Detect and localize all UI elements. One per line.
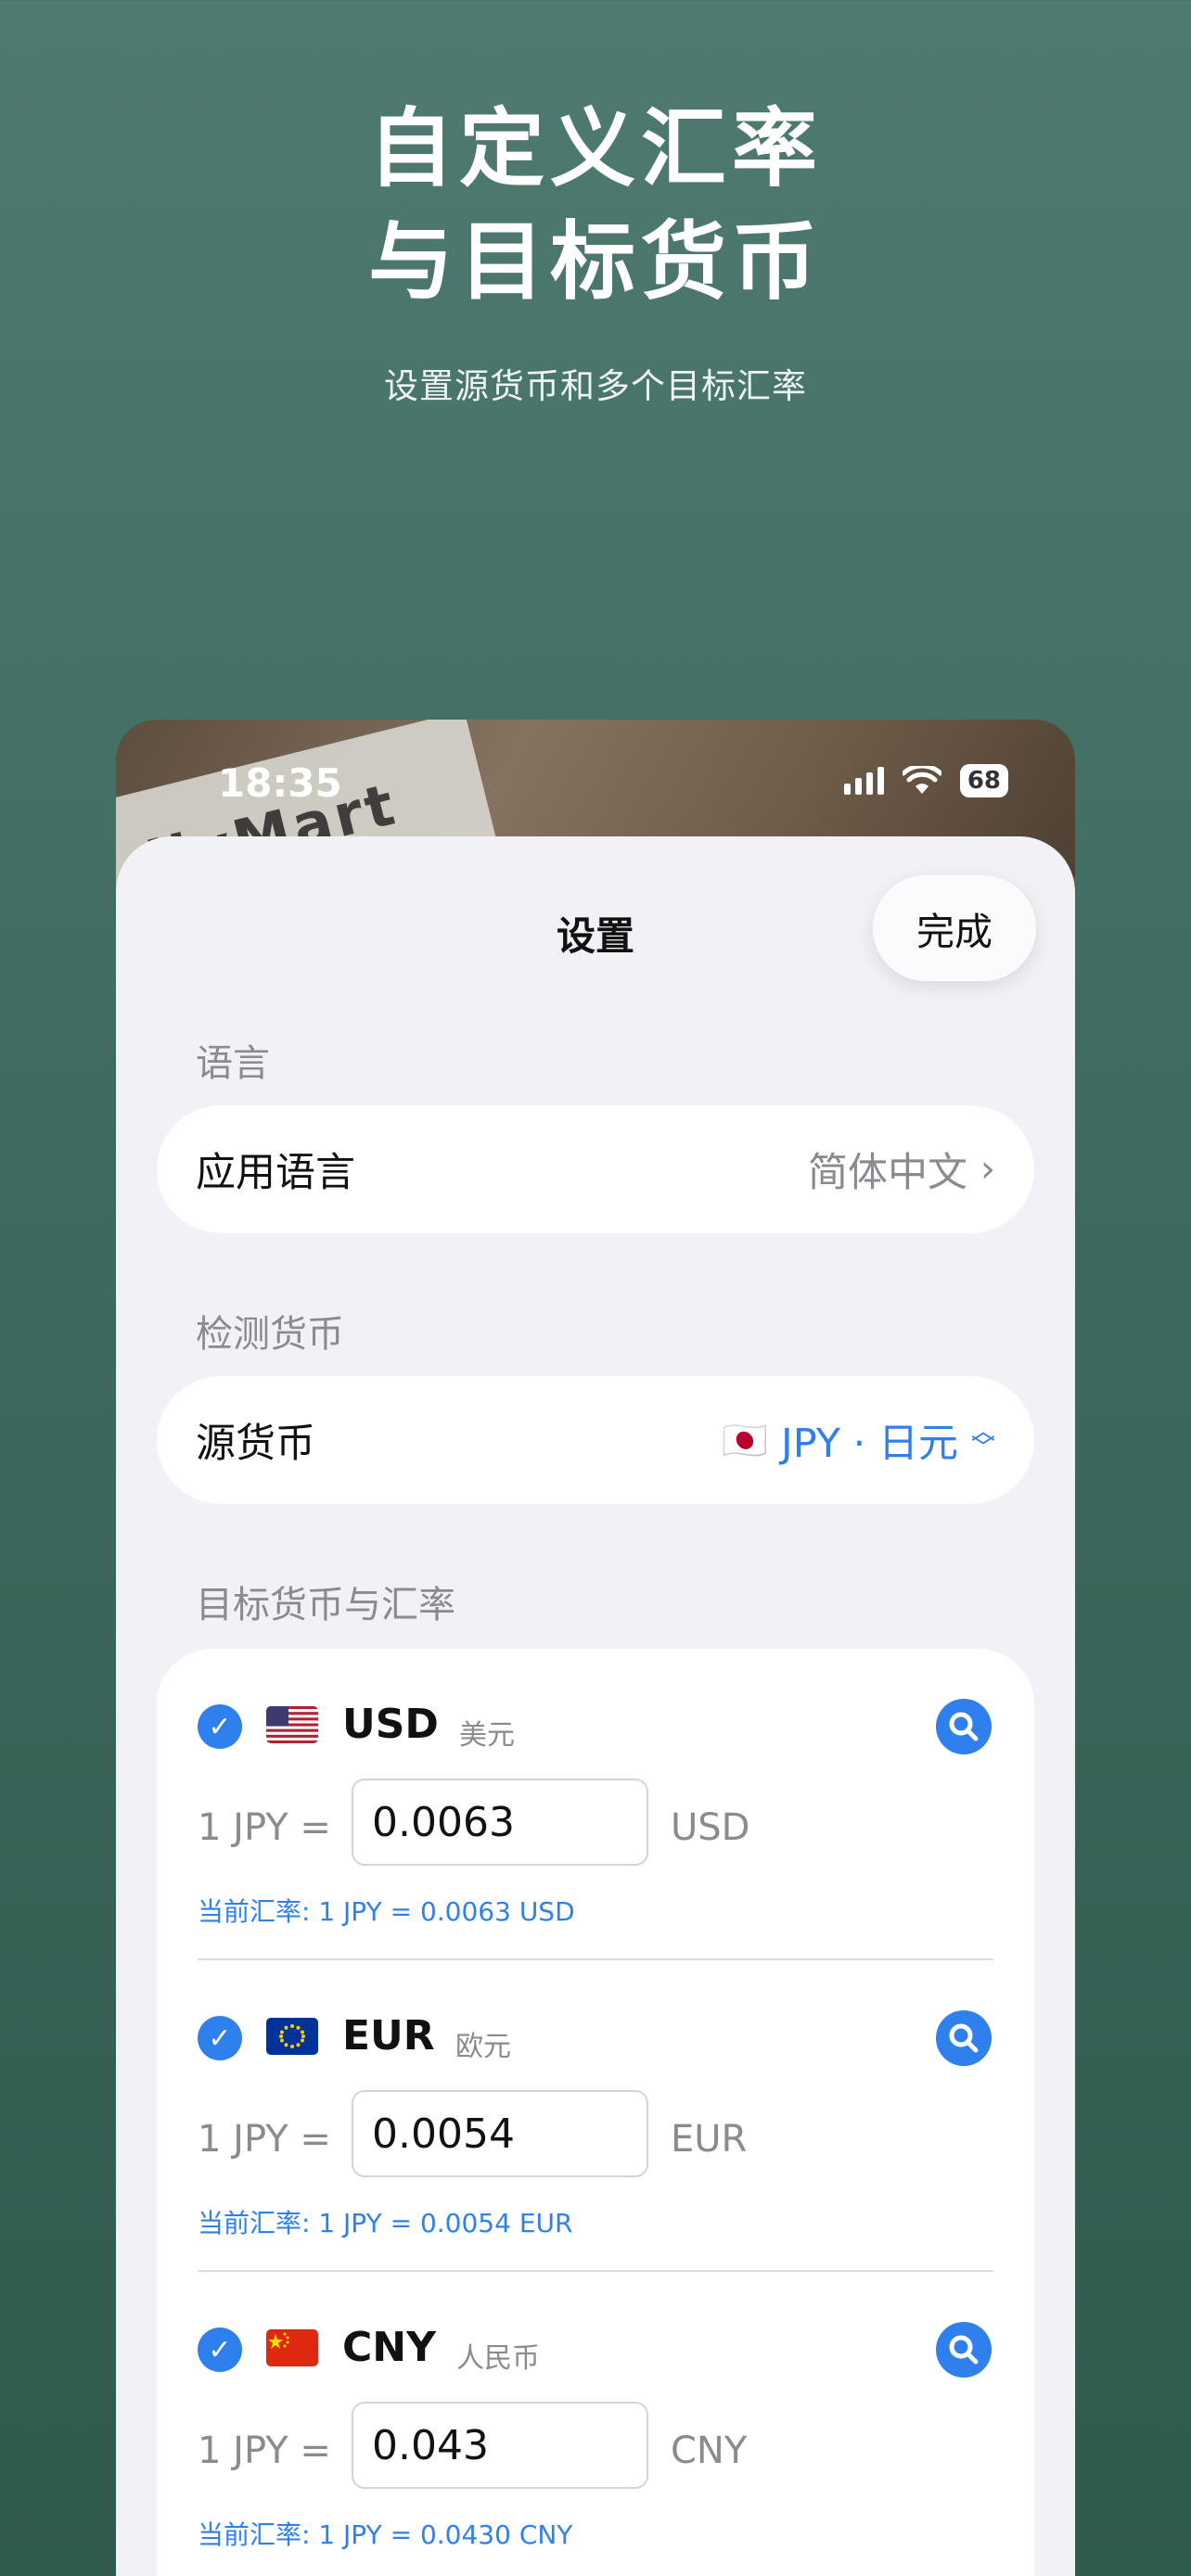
target-currency-item-usd: ✓ USD 美元 1 JPY = 0.0063 USD 当前汇率: 1 JPY … (157, 1649, 1034, 1960)
search-rate-button[interactable] (936, 1699, 992, 1754)
source-currency-value: JPY · 日元 (781, 1421, 958, 1467)
app-language-value-group: 简体中文 › (808, 1141, 995, 1198)
chevron-right-icon: › (980, 1148, 995, 1191)
battery-icon: 68 (959, 764, 1008, 797)
rate-unit: CNY (671, 2429, 748, 2472)
settings-sheet: 设置 完成 语言 应用语言 简体中文 › 检测货币 源货币 🇯🇵 JPY · 日… (116, 836, 1075, 2576)
cn-flag-icon (266, 2329, 318, 2366)
app-language-value: 简体中文 (808, 1150, 967, 1196)
hero-subtitle: 设置源货币和多个目标汇率 (384, 366, 807, 406)
checkmark-icon[interactable]: ✓ (198, 2327, 242, 2372)
checkmark-icon[interactable]: ✓ (198, 1704, 242, 1749)
chevron-up-down-icon: ︿ ﹀ (970, 1418, 995, 1462)
phone-screenshot: ilyMart 18:35 68 设置 完成 语言 应用语言 简体中文 › 检测… (116, 720, 1075, 2576)
search-icon (949, 2023, 979, 2053)
status-time: 18:35 (218, 760, 342, 806)
currency-code: EUR (342, 2012, 435, 2060)
rate-input[interactable] (352, 2090, 648, 2177)
done-button[interactable]: 完成 (873, 875, 1036, 981)
rate-prefix: 1 JPY = (198, 2429, 331, 2472)
app-language-label: 应用语言 (196, 1150, 355, 1196)
us-flag-icon (266, 1706, 318, 1743)
target-currency-item-cny: ✓ CNY 人民币 1 JPY = CNY 当 (157, 2272, 1034, 2576)
japan-flag-icon: 🇯🇵 (722, 1419, 769, 1462)
status-bar: 18:35 68 (116, 720, 1075, 840)
current-rate-text: 当前汇率: 1 JPY = 0.0054 EUR (198, 2208, 573, 2238)
rate-prefix: 1 JPY = (198, 1806, 331, 1849)
current-rate-text: 当前汇率: 1 JPY = 0.0430 CNY (198, 2519, 573, 2550)
rate-prefix: 1 JPY = (198, 2118, 331, 2161)
source-currency-picker[interactable]: 🇯🇵 JPY · 日元 ︿ ﹀ (722, 1411, 995, 1469)
search-rate-button[interactable] (936, 2010, 992, 2066)
currency-code: CNY (342, 2324, 436, 2371)
target-currency-item-eur: ✓ EUR 欧元 1 JPY = 0.0054 EUR 当前汇率: 1 JPY … (157, 1960, 1034, 2272)
current-rate-text: 当前汇率: 1 JPY = 0.0063 USD (198, 1896, 575, 1927)
hero-title-line-1: 自定义汇率 (367, 99, 823, 198)
eu-flag-icon (266, 2018, 318, 2055)
target-currency-card: ✓ USD 美元 1 JPY = 0.0063 USD 当前汇率: 1 JPY … (157, 1649, 1034, 2576)
rate-input[interactable] (352, 2402, 648, 2489)
hero-title-line-2: 与目标货币 (367, 212, 823, 312)
rate-unit: USD (671, 1806, 750, 1849)
source-currency-row[interactable]: 源货币 🇯🇵 JPY · 日元 ︿ ﹀ (157, 1376, 1034, 1504)
wifi-icon (902, 766, 941, 794)
source-currency-label: 源货币 (196, 1421, 315, 1467)
checkmark-icon[interactable]: ✓ (198, 2016, 242, 2060)
app-language-row[interactable]: 应用语言 简体中文 › (157, 1105, 1034, 1233)
section-language: 语言 (196, 1042, 270, 1085)
currency-name: 美元 (459, 1719, 515, 1752)
search-icon (949, 2335, 979, 2365)
search-rate-button[interactable] (936, 2322, 992, 2378)
section-target-currency: 目标货币与汇率 (196, 1584, 455, 1626)
currency-name: 欧元 (455, 2031, 511, 2063)
rate-input[interactable] (352, 1779, 648, 1866)
search-icon (949, 1712, 979, 1741)
currency-name: 人民币 (456, 2342, 540, 2375)
cellular-signal-icon (843, 767, 884, 795)
currency-code: USD (342, 1701, 439, 1748)
status-icons: 68 (843, 764, 1008, 797)
section-detect-currency: 检测货币 (196, 1313, 344, 1356)
rate-unit: EUR (671, 2118, 748, 2161)
hero-header: 自定义汇率 与目标货币 设置源货币和多个目标汇率 (0, 93, 1191, 408)
